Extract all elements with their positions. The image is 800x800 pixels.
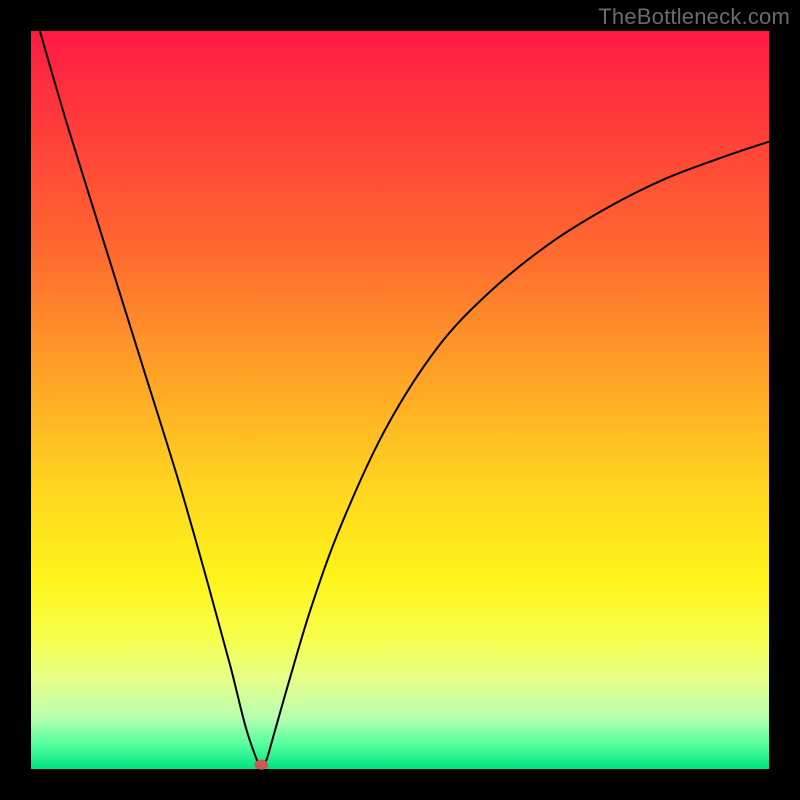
optimal-point-marker <box>254 760 268 770</box>
chart-frame: TheBottleneck.com <box>0 0 800 800</box>
watermark-text: TheBottleneck.com <box>598 4 790 30</box>
plot-background <box>31 31 769 769</box>
chart-svg <box>0 0 800 800</box>
